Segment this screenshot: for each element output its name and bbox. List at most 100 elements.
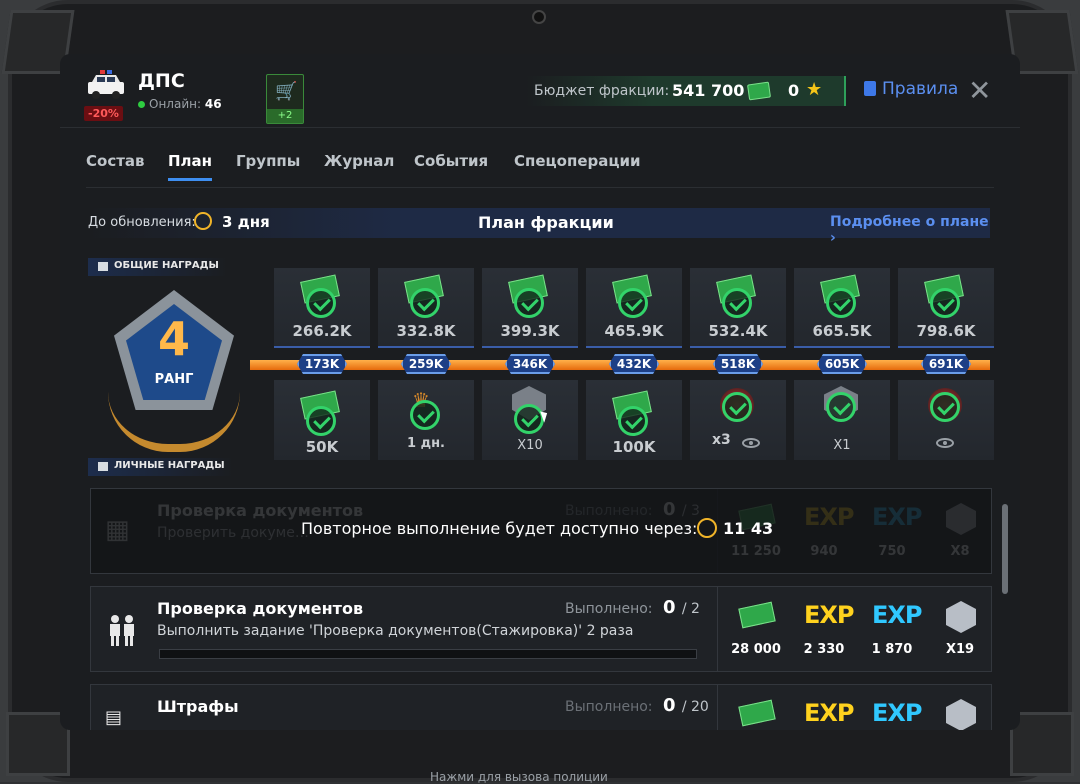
personal-rewards-label: ЛИЧНЫЕ НАГРАДЫ (114, 460, 225, 471)
tab-special-ops[interactable]: Спецоперации (514, 152, 641, 178)
tab-events[interactable]: События (414, 152, 488, 178)
personal-reward-value: 1 дн. (407, 436, 445, 451)
check-icon (826, 288, 856, 318)
reward-money (722, 685, 790, 730)
money-icon (746, 81, 772, 101)
common-reward-cell[interactable]: 465.9K (586, 268, 682, 348)
timer-icon (194, 212, 212, 230)
header: -20% ДПС Онлайн: 46 🛒 +2 Бюджет фракции:… (60, 54, 1020, 128)
milestone-badge: 518K (713, 354, 763, 374)
milestone-badge: 346K (505, 354, 555, 374)
reward-item-value: X19 (945, 642, 975, 657)
milestone-badge: 173K (297, 354, 347, 374)
star-count: 0 (788, 81, 800, 100)
personal-reward-cell[interactable]: 100K (586, 380, 682, 460)
check-icon (618, 406, 648, 436)
check-icon (930, 288, 960, 318)
task-row[interactable]: Проверка документов Выполнить задание 'П… (90, 586, 992, 672)
gem-icon (946, 601, 976, 633)
task-title: Штрафы (157, 697, 239, 716)
common-reward-cell[interactable]: 798.6K (898, 268, 994, 348)
personal-reward-cell[interactable]: X10 (482, 380, 578, 460)
reward-exp: EXP (790, 685, 858, 730)
rank-label: РАНГ (154, 372, 194, 387)
tab-bar: Состав План Группы Журнал События Спецоп… (86, 152, 994, 188)
online-status: Онлайн: 46 (138, 97, 222, 111)
common-reward-cell[interactable]: 399.3K (482, 268, 578, 348)
exp-blue-icon: EXP (872, 601, 922, 629)
personal-reward-cell[interactable] (898, 380, 994, 460)
tab-plan[interactable]: План (168, 152, 213, 181)
plan-title: План фракции (478, 213, 614, 232)
timer-icon (697, 518, 717, 538)
common-reward-cell[interactable]: 532.4K (690, 268, 786, 348)
task-row: ▦ Проверка документов Проверить докуме… … (90, 488, 992, 574)
reward-money-value: 28 000 (731, 642, 781, 657)
exp-gold-icon: EXP (804, 601, 854, 629)
online-dot-icon (138, 101, 145, 108)
common-rewards-label: ОБЩИЕ НАГРАДЫ (114, 260, 219, 271)
eye-icon[interactable] (742, 438, 760, 448)
check-icon (410, 288, 440, 318)
task-progress-done: 0 (663, 695, 676, 716)
personal-reward-cell[interactable]: ♛1 дн. (378, 380, 474, 460)
cart-badge: +2 (267, 109, 303, 123)
tab-sostav[interactable]: Состав (86, 152, 145, 178)
camera-icon (532, 10, 546, 24)
personal-rewards-tag: ЛИЧНЫЕ НАГРАДЫ (88, 458, 233, 476)
personal-reward-value: x3 (712, 432, 731, 448)
task-rewards: 28 000 EXP 2 330 EXP 1 870 X19 (717, 587, 993, 671)
personal-reward-cell[interactable]: x3 (690, 380, 786, 460)
task-rewards: EXP EXP (717, 685, 993, 730)
rules-button[interactable]: Правила (864, 79, 958, 99)
common-reward-cell[interactable]: 332.8K (378, 268, 474, 348)
cooldown-overlay: Повторное выполнение будет доступно чере… (91, 489, 991, 573)
common-reward-value: 399.3K (500, 322, 560, 340)
reward-exp: EXP 2 330 (790, 587, 858, 671)
faction-budget: Бюджет фракции: 541 700 0 ★ (526, 76, 846, 106)
reward-exp-value: 2 330 (803, 642, 845, 657)
check-icon (306, 288, 336, 318)
plan-details-link[interactable]: Подробнее о плане › (830, 214, 990, 246)
reward-money: 28 000 (722, 587, 790, 671)
online-count: 46 (204, 97, 222, 111)
task-row[interactable]: ▤ Штрафы Выполнено: 0 / 20 EXP EXP (90, 684, 992, 730)
check-icon (514, 288, 544, 318)
close-icon[interactable]: ✕ (968, 74, 991, 107)
check-icon (514, 404, 544, 434)
task-description: Выполнить задание 'Проверка документов(С… (157, 623, 634, 639)
reward-exp-faction: EXP (858, 685, 926, 730)
faction-screen: -20% ДПС Онлайн: 46 🛒 +2 Бюджет фракции:… (60, 54, 1020, 730)
personal-reward-cell[interactable]: 50K (274, 380, 370, 460)
check-icon (410, 400, 440, 430)
check-icon (826, 392, 856, 422)
tab-journal[interactable]: Журнал (324, 152, 394, 178)
rank-number: 4 (157, 312, 190, 366)
reward-exp-faction: EXP 1 870 (858, 587, 926, 671)
scrollbar[interactable] (1002, 504, 1008, 594)
task-progress-label: Выполнено: (565, 601, 653, 617)
personal-reward-cell[interactable]: X1 (794, 380, 890, 460)
check-icon (722, 288, 752, 318)
check-icon (930, 392, 960, 422)
milestone-badge: 605K (817, 354, 867, 374)
tab-groups[interactable]: Группы (236, 152, 300, 178)
tablet-device: -20% ДПС Онлайн: 46 🛒 +2 Бюджет фракции:… (0, 0, 1080, 784)
gem-icon (946, 699, 976, 730)
personal-reward-value: X10 (517, 438, 543, 453)
common-rewards-tag: ОБЩИЕ НАГРАДЫ (88, 258, 227, 276)
common-reward-cell[interactable]: 266.2K (274, 268, 370, 348)
shop-cart-button[interactable]: 🛒 +2 (266, 74, 304, 124)
common-reward-cell[interactable]: 665.5K (794, 268, 890, 348)
eye-icon[interactable] (936, 438, 954, 448)
personal-reward-value: 100K (612, 438, 656, 456)
update-label: До обновления: (88, 215, 196, 230)
check-icon (306, 406, 336, 436)
clipboard-icon (864, 81, 876, 96)
online-label: Онлайн: (149, 97, 202, 111)
common-reward-value: 266.2K (292, 322, 352, 340)
officers-icon (110, 615, 134, 646)
common-reward-value: 532.4K (708, 322, 768, 340)
exp-gold-icon: EXP (804, 699, 854, 727)
gift-icon (98, 262, 108, 271)
